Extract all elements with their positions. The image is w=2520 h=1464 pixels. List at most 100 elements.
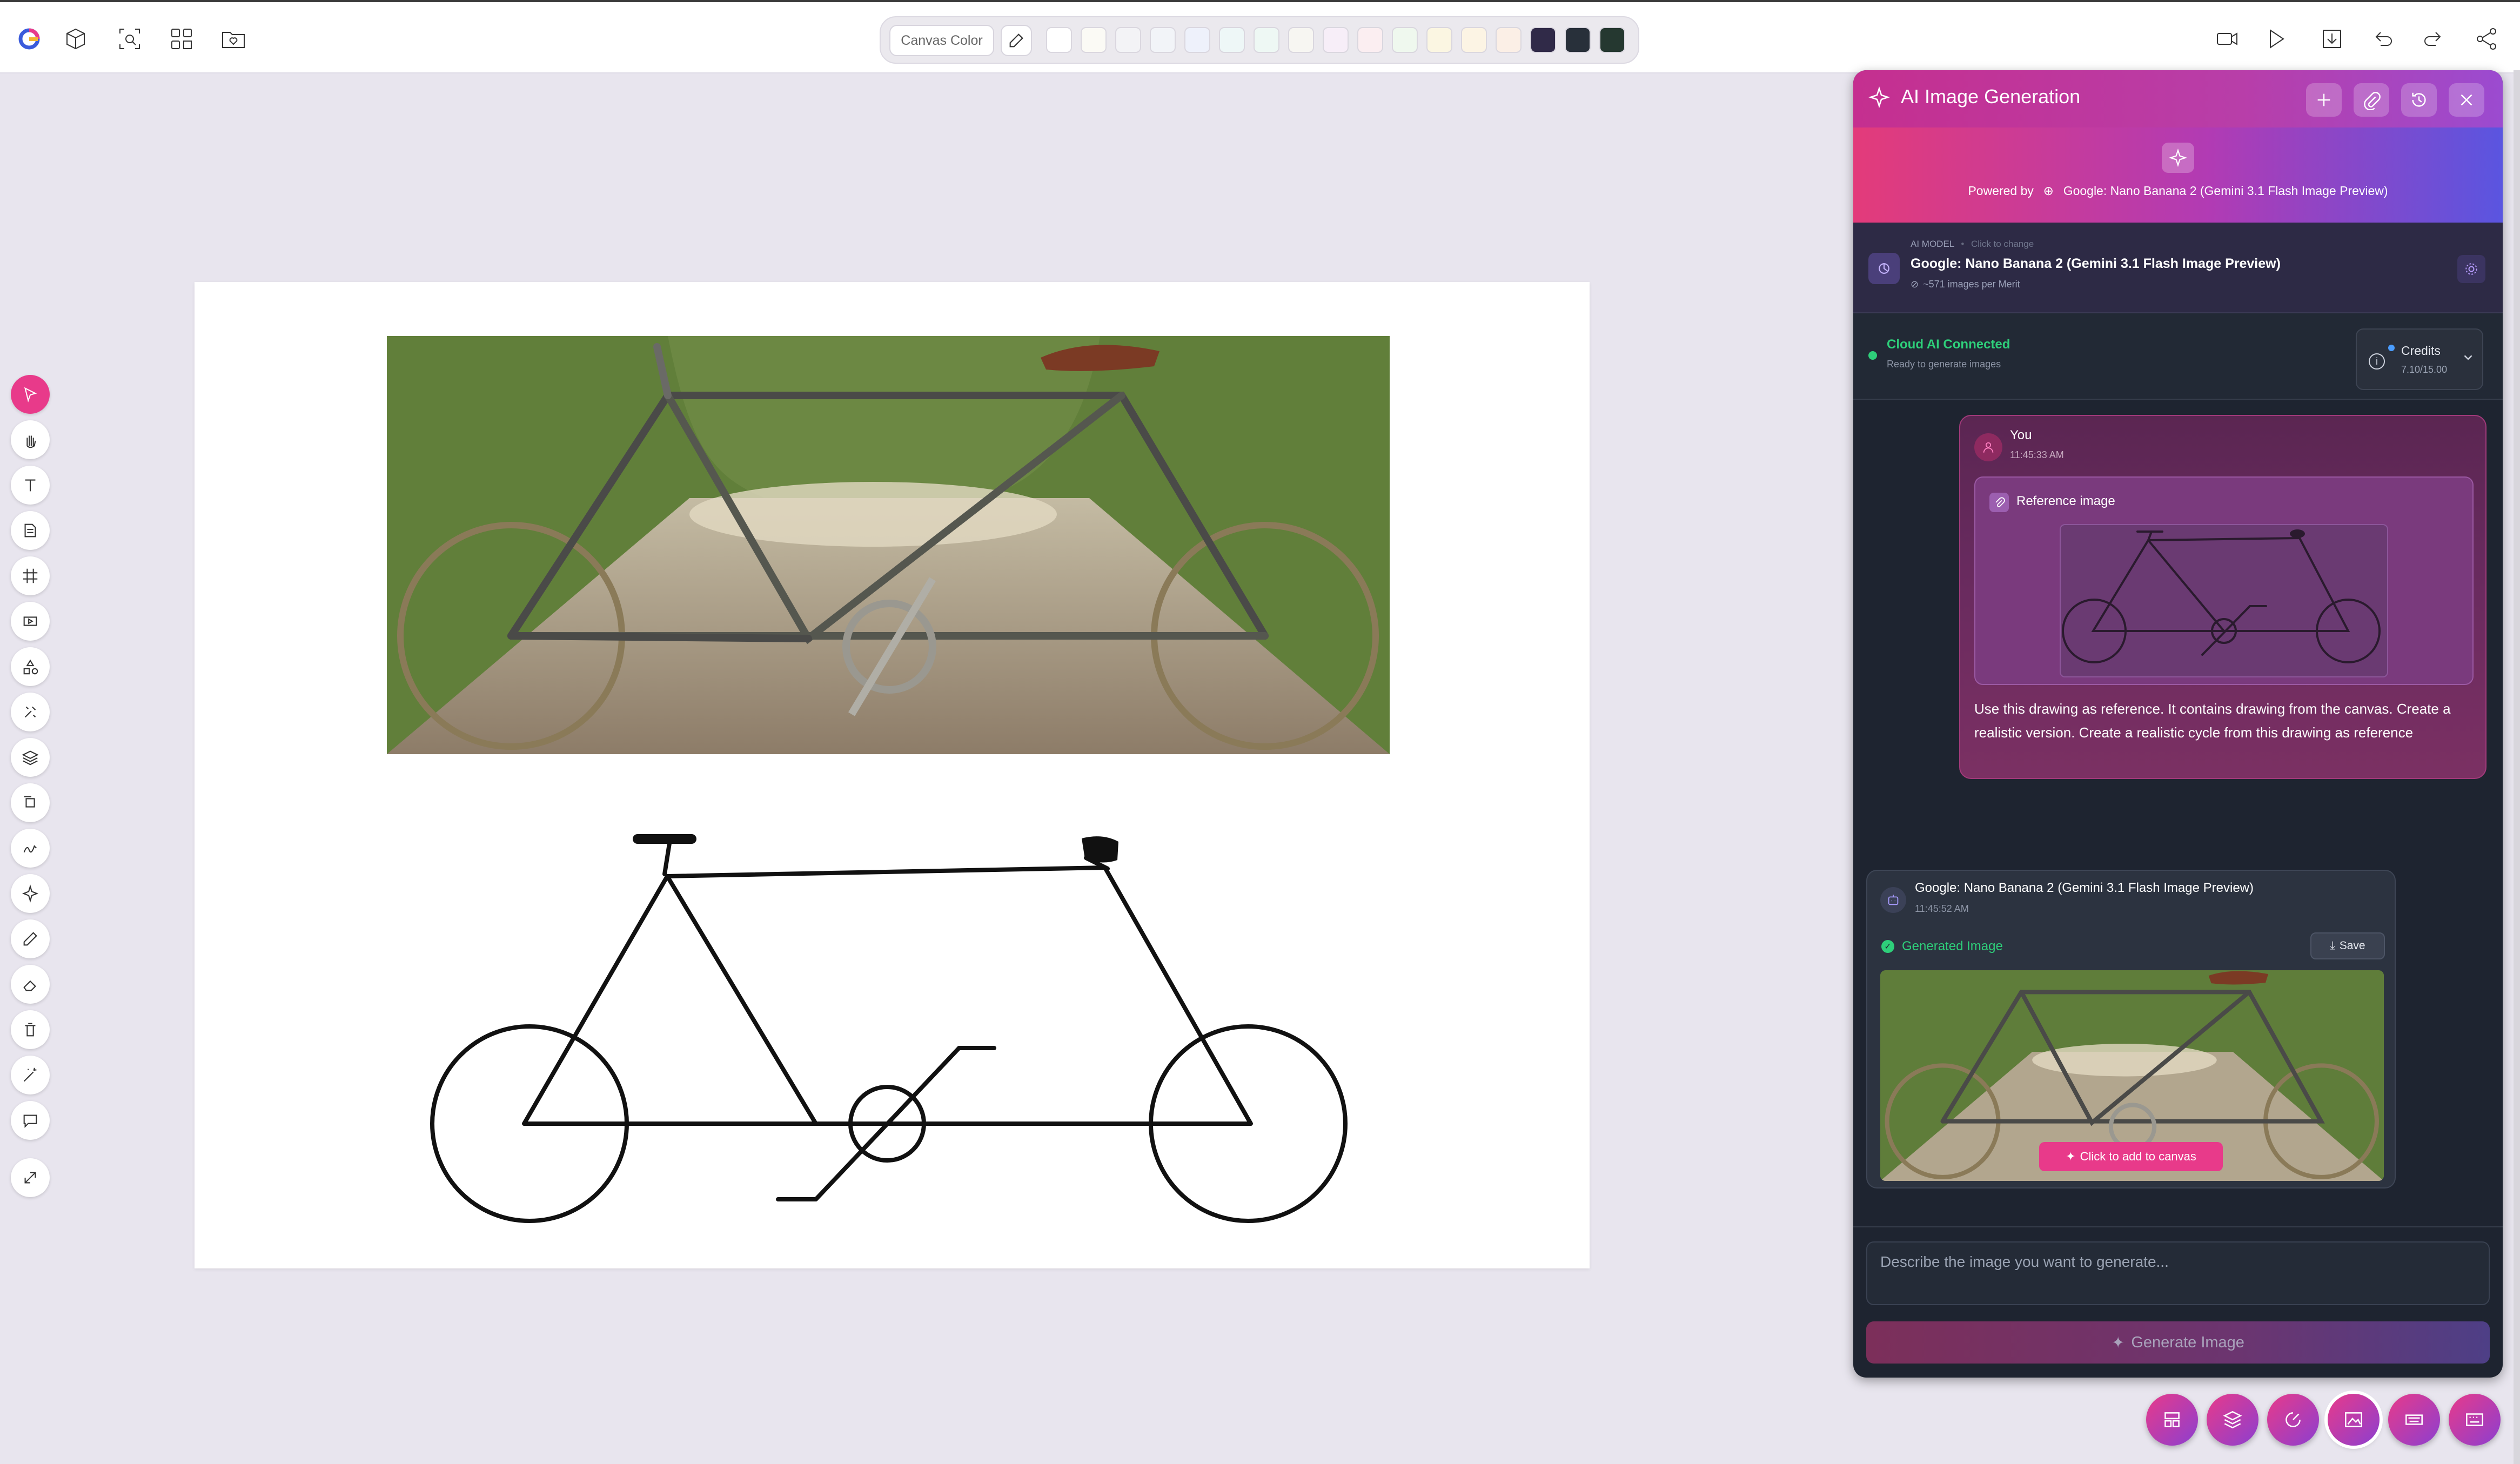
- chat-thread: You 11:45:33 AM Reference image Use this…: [1853, 401, 2503, 1244]
- connection-status: Cloud AI Connected Ready to generate ima…: [1853, 313, 2503, 400]
- sparkle-icon: ✦: [2112, 1334, 2125, 1352]
- save-label: Save: [2339, 939, 2365, 952]
- model-brand-icon: ⊕: [2043, 184, 2054, 198]
- status-dot: [1868, 351, 1877, 360]
- templates-icon[interactable]: [2146, 1394, 2198, 1446]
- select-tool[interactable]: [11, 375, 50, 414]
- canvas-bicycle-sketch[interactable]: [400, 810, 1362, 1232]
- frame-tool[interactable]: [11, 556, 50, 595]
- sparkle-tool[interactable]: [11, 874, 50, 913]
- history-icon[interactable]: [2401, 83, 2437, 117]
- attach-icon: [1989, 493, 2009, 512]
- note-tool[interactable]: [11, 511, 50, 550]
- hand-tool[interactable]: [11, 420, 50, 459]
- generated-label: Generated Image: [1902, 939, 2003, 953]
- color-swatch[interactable]: [1288, 27, 1314, 53]
- play-icon[interactable]: [2260, 23, 2292, 55]
- color-swatch[interactable]: [1530, 27, 1556, 53]
- reference-card: Reference image: [1974, 476, 2474, 685]
- close-icon[interactable]: [2449, 83, 2484, 117]
- share-icon[interactable]: [2470, 23, 2503, 55]
- video-icon[interactable]: [2211, 23, 2243, 55]
- video-tool[interactable]: [11, 602, 50, 641]
- duplicate-tool[interactable]: [11, 783, 50, 822]
- powered-by-banner: Powered by ⊕ Google: Nano Banana 2 (Gemi…: [1853, 127, 2503, 223]
- color-swatch[interactable]: [1150, 27, 1176, 53]
- eraser-tool[interactable]: [11, 965, 50, 1004]
- user-message-text: Use this drawing as reference. It contai…: [1974, 701, 2451, 741]
- canvas-bicycle-photo[interactable]: [387, 336, 1390, 754]
- color-swatch[interactable]: [1046, 27, 1072, 53]
- generate-image-label: Generate Image: [2131, 1333, 2244, 1351]
- magic-wand-tool[interactable]: [11, 1056, 50, 1094]
- user-message: You 11:45:33 AM Reference image Use this…: [1959, 415, 2487, 779]
- credits-value: 7.10/15.00: [2401, 364, 2448, 375]
- reference-thumbnail[interactable]: [2060, 524, 2388, 677]
- signature-tool[interactable]: [11, 829, 50, 868]
- powered-by-text: Powered by ⊕ Google: Nano Banana 2 (Gemi…: [1853, 184, 2503, 198]
- bot-avatar-icon: [1880, 887, 1906, 913]
- download-icon[interactable]: [2316, 23, 2348, 55]
- screenshot-icon[interactable]: [113, 23, 146, 55]
- download-icon: ⤓: [2330, 939, 2335, 952]
- canvas-color-button[interactable]: Canvas Color: [889, 25, 994, 56]
- app-logo-icon[interactable]: [13, 23, 45, 55]
- save-button[interactable]: ⤓ Save: [2310, 932, 2385, 959]
- color-swatch[interactable]: [1357, 27, 1383, 53]
- color-picker-icon[interactable]: [1001, 25, 1032, 56]
- folder-heart-icon[interactable]: [217, 23, 250, 55]
- ai-brush-tool[interactable]: [11, 693, 50, 731]
- credits-dropdown[interactable]: i Credits 7.10/15.00: [2356, 328, 2483, 390]
- ai-image-panel: AI Image Generation Powered by ⊕ Google:…: [1853, 70, 2503, 1378]
- ai-model-icon[interactable]: [2267, 1394, 2319, 1446]
- model-hint: Click to change: [1971, 239, 2034, 249]
- trash-tool[interactable]: [11, 1010, 50, 1049]
- color-swatch[interactable]: [1496, 27, 1522, 53]
- add-to-canvas-button[interactable]: ✦ Click to add to canvas: [2039, 1142, 2223, 1171]
- shapes-tool[interactable]: [11, 647, 50, 686]
- color-swatch[interactable]: [1254, 27, 1279, 53]
- powered-by-model: Google: Nano Banana 2 (Gemini 3.1 Flash …: [2063, 184, 2388, 198]
- import-3d-icon[interactable]: [59, 23, 92, 55]
- credits-label: Credits: [2401, 344, 2441, 358]
- page-scrollbar[interactable]: [2514, 70, 2520, 1464]
- image-icon[interactable]: [2328, 1394, 2380, 1446]
- sparkle-icon: ✦: [2066, 1150, 2076, 1163]
- model-settings-icon[interactable]: [2457, 255, 2485, 283]
- color-swatch[interactable]: [1392, 27, 1418, 53]
- chevron-down-icon: [2461, 350, 2476, 365]
- generated-image[interactable]: ✦ Click to add to canvas: [1880, 970, 2384, 1181]
- color-swatch[interactable]: [1426, 27, 1452, 53]
- color-swatch[interactable]: [1081, 27, 1107, 53]
- layers-icon[interactable]: [2207, 1394, 2258, 1446]
- model-selector[interactable]: AI MODEL • Click to change Google: Nano …: [1853, 223, 2503, 313]
- panel-header: AI Image Generation: [1853, 70, 2503, 127]
- color-swatch[interactable]: [1461, 27, 1487, 53]
- keyboard-icon[interactable]: [2388, 1394, 2440, 1446]
- fullscreen-tool[interactable]: [11, 1158, 50, 1197]
- generate-image-button[interactable]: ✦ Generate Image: [1866, 1321, 2490, 1364]
- attach-icon[interactable]: [2354, 83, 2389, 117]
- text-tool[interactable]: [11, 466, 50, 505]
- color-swatch[interactable]: [1565, 27, 1591, 53]
- color-swatch[interactable]: [1599, 27, 1625, 53]
- status-subtitle: Ready to generate images: [1887, 359, 2001, 370]
- qr-code-icon[interactable]: [165, 23, 198, 55]
- link-icon: ⊘: [1911, 279, 1919, 290]
- pencil-tool[interactable]: [11, 919, 50, 958]
- undo-icon[interactable]: [2367, 23, 2399, 55]
- color-swatch[interactable]: [1184, 27, 1210, 53]
- shortcuts-icon[interactable]: [2449, 1394, 2501, 1446]
- check-icon: ✓: [1881, 940, 1894, 953]
- layers-tool[interactable]: [11, 738, 50, 777]
- new-chat-icon[interactable]: [2306, 83, 2342, 117]
- color-swatch[interactable]: [1219, 27, 1245, 53]
- info-icon: i: [2369, 353, 2385, 370]
- bot-name: Google: Nano Banana 2 (Gemini 3.1 Flash …: [1915, 881, 2254, 895]
- comment-tool[interactable]: [11, 1101, 50, 1140]
- color-swatch[interactable]: [1323, 27, 1349, 53]
- bot-timestamp: 11:45:52 AM: [1915, 903, 1969, 914]
- redo-icon[interactable]: [2417, 23, 2450, 55]
- prompt-input[interactable]: Describe the image you want to generate.…: [1866, 1241, 2490, 1305]
- color-swatch[interactable]: [1115, 27, 1141, 53]
